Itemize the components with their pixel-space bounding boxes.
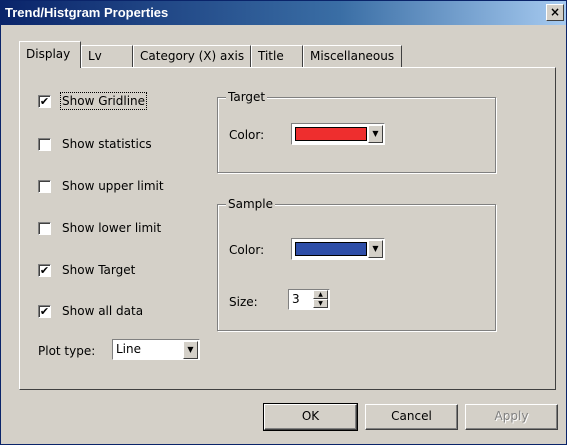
sample-size-label: Size: [229, 295, 258, 309]
tab-title[interactable]: Title [251, 45, 303, 67]
spin-down-icon[interactable]: ▼ [313, 299, 328, 308]
target-group-title: Target [226, 90, 268, 104]
sample-group: Sample Color: ▼ Size: 3 ▲ ▼ [217, 197, 496, 331]
checkbox-box[interactable] [38, 180, 51, 193]
sample-size-value: 3 [292, 292, 300, 306]
chevron-down-icon[interactable]: ▼ [183, 341, 198, 359]
target-group: Target Color: ▼ [217, 90, 496, 173]
checkbox-label: Show statistics [62, 137, 152, 151]
tab-miscellaneous[interactable]: Miscellaneous [303, 45, 402, 67]
checkbox-label: Show lower limit [62, 221, 162, 235]
properties-dialog: Trend/Histgram Properties × Display Lv C… [0, 0, 567, 445]
cancel-button[interactable]: Cancel [365, 404, 458, 430]
ok-button[interactable]: OK [263, 403, 358, 431]
apply-button[interactable]: Apply [465, 404, 558, 430]
tab-display-label: Display [26, 47, 71, 61]
sample-color-label: Color: [229, 243, 265, 257]
checkbox-box[interactable] [38, 222, 51, 235]
tab-display[interactable]: Display [19, 41, 81, 68]
checkbox-box[interactable] [38, 138, 51, 151]
checkbox-label: Show Target [62, 263, 136, 277]
tab-title-label: Title [258, 49, 284, 63]
tab-category-x-axis[interactable]: Category (X) axis [133, 45, 251, 67]
checkbox-label: Show all data [62, 304, 144, 318]
plot-type-value: Line [116, 342, 142, 356]
checkbox-box[interactable]: ✔ [38, 264, 51, 277]
tab-lv[interactable]: Lv [81, 45, 133, 67]
tab-category-label: Category (X) axis [140, 49, 245, 63]
sample-color-swatch [295, 242, 367, 256]
target-color-label: Color: [229, 128, 265, 142]
plot-type-label: Plot type: [38, 344, 96, 358]
checkbox-box[interactable]: ✔ [38, 95, 51, 108]
close-button[interactable]: × [546, 4, 564, 21]
tab-miscellaneous-label: Miscellaneous [310, 49, 395, 63]
tab-lv-label: Lv [88, 49, 102, 63]
checkbox-label: Show Gridline [59, 92, 148, 110]
checkbox-label: Show upper limit [62, 179, 164, 193]
target-color-picker[interactable]: ▼ [291, 123, 385, 145]
window-title: Trend/Histgram Properties [5, 5, 169, 20]
spin-up-icon[interactable]: ▲ [313, 290, 328, 299]
target-color-swatch [295, 127, 367, 141]
title-bar[interactable]: Trend/Histgram Properties × [1, 1, 566, 25]
sample-group-title: Sample [226, 197, 275, 211]
sample-size-stepper[interactable]: 3 ▲ ▼ [288, 289, 330, 310]
sample-color-picker[interactable]: ▼ [291, 238, 385, 260]
checkbox-box[interactable]: ✔ [38, 305, 51, 318]
plot-type-select[interactable]: Line ▼ [112, 339, 200, 360]
chevron-down-icon[interactable]: ▼ [368, 240, 383, 258]
chevron-down-icon[interactable]: ▼ [368, 125, 383, 143]
